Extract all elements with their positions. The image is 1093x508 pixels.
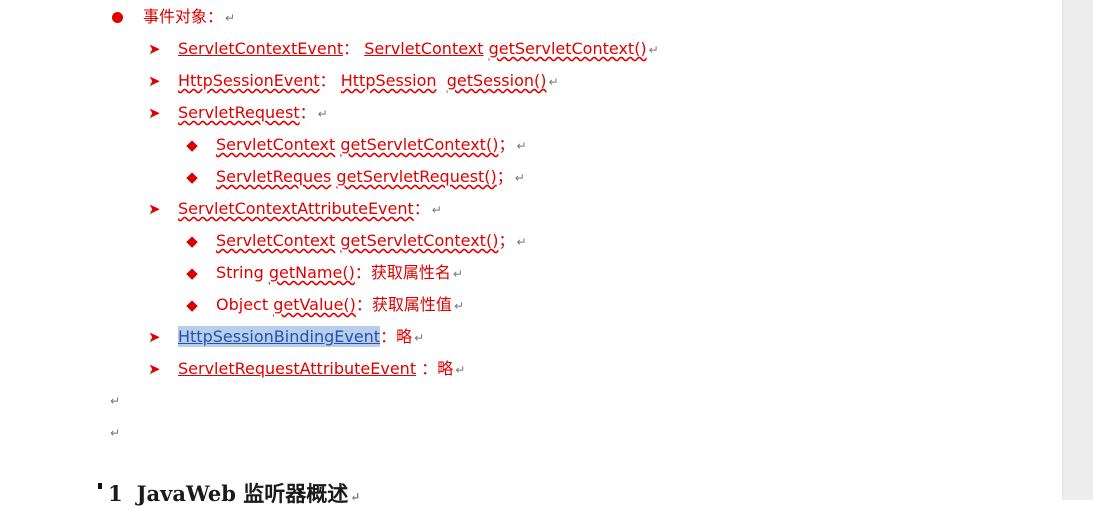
- sub-item-type: Object: [216, 295, 269, 314]
- sub-item-type: ServletContext: [216, 135, 336, 154]
- return-mark-icon: ↵: [453, 299, 464, 313]
- return-mark-icon: ↵: [452, 267, 463, 281]
- sub-item-separator: ：: [355, 295, 372, 314]
- sub-item-type: ServletReques: [216, 167, 332, 186]
- selected-item-name[interactable]: HttpSessionBindingEvent: [178, 326, 381, 347]
- sub-item-desc: 获取属性值: [371, 295, 452, 314]
- return-mark-icon: ↵: [225, 11, 236, 25]
- sub-item-object-get-value: ◆ Object getValue()：获取属性值 ↵: [186, 294, 464, 316]
- item-desc-type: ServletContext: [364, 39, 484, 58]
- item-separator: ：: [319, 71, 336, 90]
- empty-paragraph-mark: ↵: [110, 394, 121, 408]
- item-separator: ：: [343, 39, 360, 58]
- item-name: HttpSessionEvent: [178, 71, 320, 90]
- return-mark-icon: ↵: [455, 363, 466, 377]
- arrow-bullet-icon: ➤: [148, 72, 161, 90]
- diamond-bullet-icon: ◆: [186, 296, 198, 314]
- diamond-bullet-icon: ◆: [186, 136, 198, 154]
- sub-item-servlet-context-2: ◆ ServletContext getServletContext()； ↵: [186, 230, 527, 252]
- sub-item-servlet-context: ◆ ServletContext getServletContext()； ↵: [186, 134, 527, 156]
- sub-item-end: ；: [498, 135, 515, 154]
- item-desc-method: getServletContext(): [488, 39, 647, 58]
- sub-item-method: getServletRequest(): [336, 167, 497, 186]
- sub-item-method: getValue(): [273, 295, 356, 314]
- heading-number: 1: [108, 481, 123, 506]
- heading-text: JavaWeb 监听器概述: [136, 481, 349, 506]
- round-bullet-icon: [112, 12, 123, 23]
- sub-item-string-get-name: ◆ String getName()：获取属性名 ↵: [186, 262, 463, 284]
- section-title: 事件对象：: [143, 7, 224, 26]
- diamond-bullet-icon: ◆: [186, 232, 198, 250]
- sub-item-type: String: [216, 263, 264, 282]
- item-separator: ：: [413, 199, 430, 218]
- return-mark-icon: ↵: [516, 235, 527, 249]
- item-name: ServletRequest: [178, 103, 300, 122]
- sub-item-type: ServletContext: [216, 231, 336, 250]
- document-page[interactable]: 事件对象： ↵ ➤ ServletContextEvent： ServletCont…: [0, 0, 1062, 506]
- section-heading: 1 JavaWeb 监听器概述 ↵: [98, 478, 360, 508]
- sub-item-end: ；: [496, 167, 513, 186]
- arrow-bullet-icon: ➤: [148, 40, 161, 58]
- sub-item-desc: 获取属性名: [370, 263, 451, 282]
- item-separator: ：: [299, 103, 316, 122]
- item-name: ServletRequestAttributeEvent: [178, 359, 417, 378]
- empty-paragraph-mark: ↵: [110, 426, 121, 440]
- list-item-http-session-event: ➤ HttpSessionEvent： HttpSession getSessio…: [148, 70, 559, 92]
- return-mark-icon: ↵: [350, 490, 361, 504]
- heading-marker-icon: [98, 483, 102, 489]
- return-mark-icon: ↵: [648, 43, 659, 57]
- return-mark-icon: ↵: [514, 171, 525, 185]
- item-desc-type: HttpSession: [340, 71, 437, 90]
- right-scroll-gutter[interactable]: [1062, 0, 1093, 500]
- arrow-bullet-icon: ➤: [148, 200, 161, 218]
- arrow-bullet-icon: ➤: [148, 104, 161, 122]
- sub-item-end: ；: [498, 231, 515, 250]
- list-item-servlet-request-attribute-event: ➤ ServletRequestAttributeEvent ：略 ↵: [148, 358, 465, 380]
- return-mark-icon: ↵: [431, 203, 442, 217]
- item-desc-method: getSession(): [446, 71, 547, 90]
- item-name: ServletContextAttributeEvent: [178, 199, 414, 218]
- item-separator: ：: [421, 359, 438, 378]
- diamond-bullet-icon: ◆: [186, 168, 198, 186]
- return-mark-icon: ↵: [548, 75, 559, 89]
- item-name: ServletContextEvent: [178, 39, 344, 58]
- item-desc: 略: [396, 327, 413, 346]
- arrow-bullet-icon: ➤: [148, 328, 161, 346]
- list-item-servlet-context-attribute-event: ➤ ServletContextAttributeEvent： ↵: [148, 198, 442, 220]
- list-item-servlet-request: ➤ ServletRequest： ↵: [148, 102, 328, 124]
- arrow-bullet-icon: ➤: [148, 360, 161, 378]
- sub-item-method: getServletContext(): [340, 231, 499, 250]
- sub-item-method: getServletContext(): [340, 135, 499, 154]
- return-mark-icon: ↵: [414, 331, 425, 345]
- section-item-event-objects: 事件对象： ↵: [112, 6, 235, 28]
- item-desc: 略: [437, 359, 454, 378]
- sub-item-separator: ：: [354, 263, 371, 282]
- sub-item-method: getName(): [268, 263, 355, 282]
- return-mark-icon: ↵: [317, 107, 328, 121]
- list-item-servlet-context-event: ➤ ServletContextEvent： ServletContext get…: [148, 38, 659, 60]
- sub-item-servlet-reques: ◆ ServletReques getServletRequest()； ↵: [186, 166, 525, 188]
- list-item-http-session-binding-event: ➤ HttpSessionBindingEvent：略 ↵: [148, 326, 424, 348]
- diamond-bullet-icon: ◆: [186, 264, 198, 282]
- return-mark-icon: ↵: [516, 139, 527, 153]
- item-separator: ：: [380, 327, 397, 346]
